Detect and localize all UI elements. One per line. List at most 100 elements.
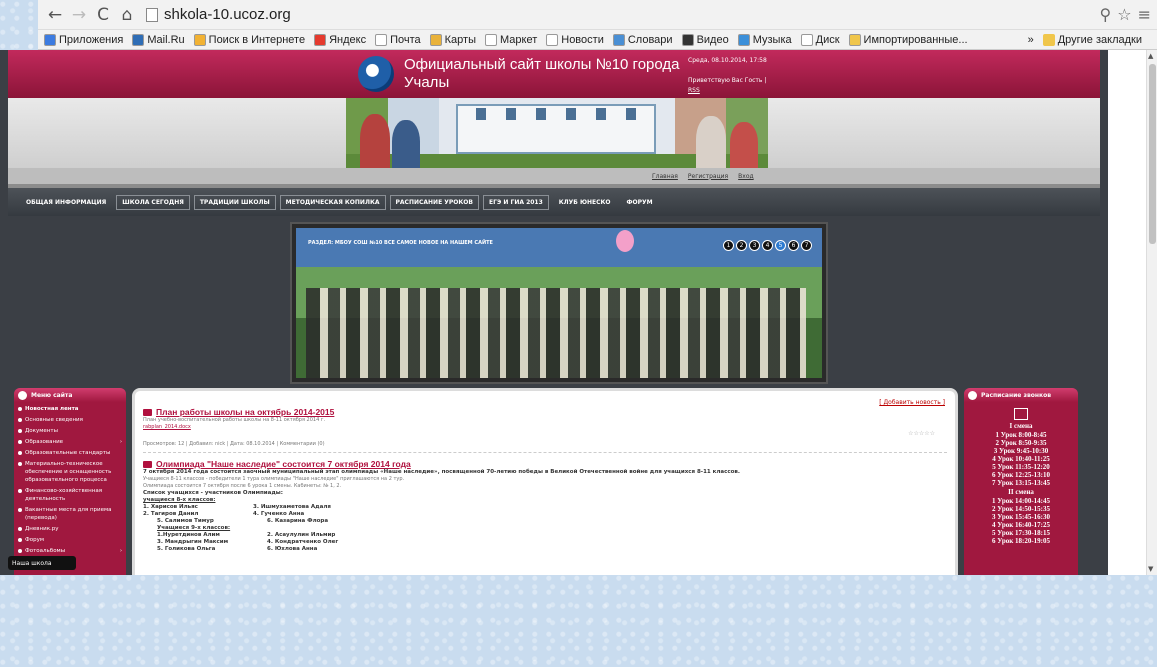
news-title-2[interactable]: Олимпиада "Наше наследие" состоится 7 ок…: [143, 459, 947, 469]
star-icon[interactable]: ☆: [1117, 5, 1131, 24]
slide-photo[interactable]: РАЗДЕЛ: МБОУ СОШ №10 ВСЕ САМОЕ НОВОЕ НА …: [296, 228, 822, 378]
bookmarks-overflow[interactable]: »: [1028, 34, 1034, 46]
bookmark-label: Словари: [627, 33, 673, 46]
slider-dot[interactable]: 1: [723, 240, 734, 251]
slider-dot[interactable]: 5: [775, 240, 786, 251]
slider-dot[interactable]: 2: [736, 240, 747, 251]
left-menu-item[interactable]: Документы: [18, 427, 122, 435]
bookmark-item[interactable]: Яндекс: [314, 33, 367, 46]
left-menu-item[interactable]: Финансово-хозяйственная деятельность: [18, 487, 122, 503]
bookmark-item[interactable]: Видео: [681, 33, 729, 46]
bookmark-icon: [800, 33, 813, 46]
rss-link[interactable]: RSS: [688, 86, 808, 96]
bookmark-item[interactable]: Маркет: [485, 33, 537, 46]
left-menu-item[interactable]: Основные сведения: [18, 416, 122, 424]
menu-item[interactable]: ТРАДИЦИИ ШКОЛЫ: [193, 194, 276, 210]
lesson-time: 1 Урок 8:00-8:45: [995, 431, 1047, 439]
bookmark-item[interactable]: Импортированные...: [848, 33, 968, 46]
lesson-time: 1 Урок 14:00-14:45: [992, 497, 1050, 505]
bookmark-item[interactable]: Карты: [429, 33, 476, 46]
reload-icon[interactable]: C: [92, 4, 114, 26]
left-menu-item[interactable]: Дневник.ру: [18, 525, 122, 533]
site-title[interactable]: Официальный сайт школы №10 города Учалы: [404, 56, 694, 92]
greeting: Приветствую Вас Гость: [688, 77, 763, 84]
bookmark-item[interactable]: Mail.Ru: [132, 33, 185, 46]
bookmark-item[interactable]: Новости: [546, 33, 604, 46]
home-icon[interactable]: ⌂: [116, 4, 138, 26]
bookmark-label: Яндекс: [329, 33, 367, 46]
bookmarks-bar: Приложения Mail.Ru Поиск в Интернете Яндекс…: [38, 30, 1157, 50]
news-line: Учащиеся 8-11 классов - победители 1 тур…: [143, 476, 405, 482]
student-name: 3. Мандрыгин Максим: [157, 539, 229, 545]
menu-item[interactable]: ОБЩАЯ ИНФОРМАЦИЯ: [20, 195, 112, 210]
news-desc-1: План учебно-воспитательной работы школы …: [143, 417, 326, 423]
menu-item[interactable]: ЕГЭ И ГИА 2013: [482, 194, 549, 210]
left-menu-item[interactable]: Форум: [18, 536, 122, 544]
shift-2-label: II смена: [1008, 488, 1034, 496]
rating-stars[interactable]: ☆☆☆☆☆: [908, 430, 935, 437]
add-news-link[interactable]: [ Добавить новость ]: [879, 399, 945, 406]
bookmark-label: Новости: [561, 33, 604, 46]
left-menu-item[interactable]: Материально-техническое обеспечение и ос…: [18, 460, 122, 484]
menu-item[interactable]: ШКОЛА СЕГОДНЯ: [116, 194, 190, 210]
lesson-time: 6 Урок 18:20-19:05: [992, 537, 1050, 545]
lesson-time: 3 Урок 15:45-16:30: [992, 513, 1050, 521]
left-menu-label: Документы: [25, 428, 58, 434]
left-menu-item[interactable]: Образовательные стандарты: [18, 449, 122, 457]
slider-dot[interactable]: 6: [788, 240, 799, 251]
header-link[interactable]: Регистрация: [688, 173, 728, 180]
bookmark-icon: [681, 33, 694, 46]
slider-dot[interactable]: 3: [749, 240, 760, 251]
lesson-time: 6 Урок 12:25-13:10: [992, 471, 1050, 479]
menu-item[interactable]: МЕТОДИЧЕСКАЯ КОПИЛКА: [279, 194, 386, 210]
bookmark-icon: [737, 33, 750, 46]
bookmark-item[interactable]: Почта: [375, 33, 421, 46]
left-menu-item[interactable]: Новостная лента: [18, 405, 122, 413]
bookmark-item[interactable]: Музыка: [737, 33, 792, 46]
slider-dot[interactable]: 7: [801, 240, 812, 251]
header-sublinks: Главная Регистрация Вход: [8, 168, 1100, 184]
url-input[interactable]: shkola-10.ucoz.org: [146, 4, 1100, 26]
scroll-up-icon[interactable]: ▲: [1148, 52, 1153, 60]
student-name: 2. Тагиров Данил: [143, 511, 199, 517]
forward-icon[interactable]: →: [68, 4, 90, 26]
scroll-down-icon[interactable]: ▼: [1148, 565, 1153, 573]
crowd: [306, 288, 806, 378]
menu-icon[interactable]: ≡: [1138, 5, 1151, 24]
news-slider: РАЗДЕЛ: МБОУ СОШ №10 ВСЕ САМОЕ НОВОЕ НА …: [290, 222, 828, 384]
slider-dot[interactable]: 4: [762, 240, 773, 251]
bookmark-item[interactable]: Приложения: [44, 33, 123, 46]
student-row: 5. Голикова Ольга 6. Юхлова Анна: [143, 546, 947, 553]
bookmark-label: Импортированные...: [863, 33, 968, 46]
menu-item[interactable]: ФОРУМ: [621, 195, 659, 210]
left-menu-title: Меню сайта: [31, 391, 73, 399]
left-menu-label: Образовательные стандарты: [25, 450, 111, 456]
back-icon[interactable]: ←: [44, 4, 66, 26]
bookmark-item[interactable]: Поиск в Интернете: [193, 33, 305, 46]
lesson-time: 2 Урок 8:50-9:35: [995, 439, 1047, 447]
news-title-1[interactable]: План работы школы на октябрь 2014-2015: [143, 407, 947, 417]
school-logo[interactable]: [358, 56, 394, 92]
left-menu-label: Новостная лента: [25, 406, 79, 412]
bookmark-icon: [612, 33, 625, 46]
header-link[interactable]: Главная: [652, 173, 678, 180]
chevron-right-icon: ›: [120, 548, 122, 554]
left-menu-item[interactable]: Фотоальбомы ›: [18, 547, 122, 555]
bookmark-icon: [132, 33, 145, 46]
left-menu-label: Основные сведения: [25, 417, 83, 423]
search-icon[interactable]: ⚲: [1100, 5, 1112, 24]
menu-item[interactable]: КЛУБ ЮНЕСКО: [553, 195, 617, 210]
header-link[interactable]: Вход: [738, 173, 754, 180]
page-scrollbar[interactable]: ▲ ▼: [1146, 50, 1157, 575]
menu-item[interactable]: РАСПИСАНИЕ УРОКОВ: [389, 194, 479, 210]
scroll-thumb[interactable]: [1149, 64, 1156, 244]
student-name: 4. Кондратченко Олег: [267, 539, 339, 545]
left-menu-label: Материально-техническое обеспечение и ос…: [25, 461, 112, 483]
lesson-time: 3 Урок 9:45-10:30: [993, 447, 1049, 455]
bookmark-item[interactable]: Словари: [612, 33, 673, 46]
left-menu-item[interactable]: Вакантные места для приема (перевода): [18, 506, 122, 522]
bookmark-item[interactable]: Диск: [800, 33, 840, 46]
other-bookmarks[interactable]: Другие закладки: [1042, 33, 1142, 46]
student-name: 1.Нуретдинов Алим: [157, 532, 220, 538]
left-menu-item[interactable]: Образование ›: [18, 438, 122, 446]
